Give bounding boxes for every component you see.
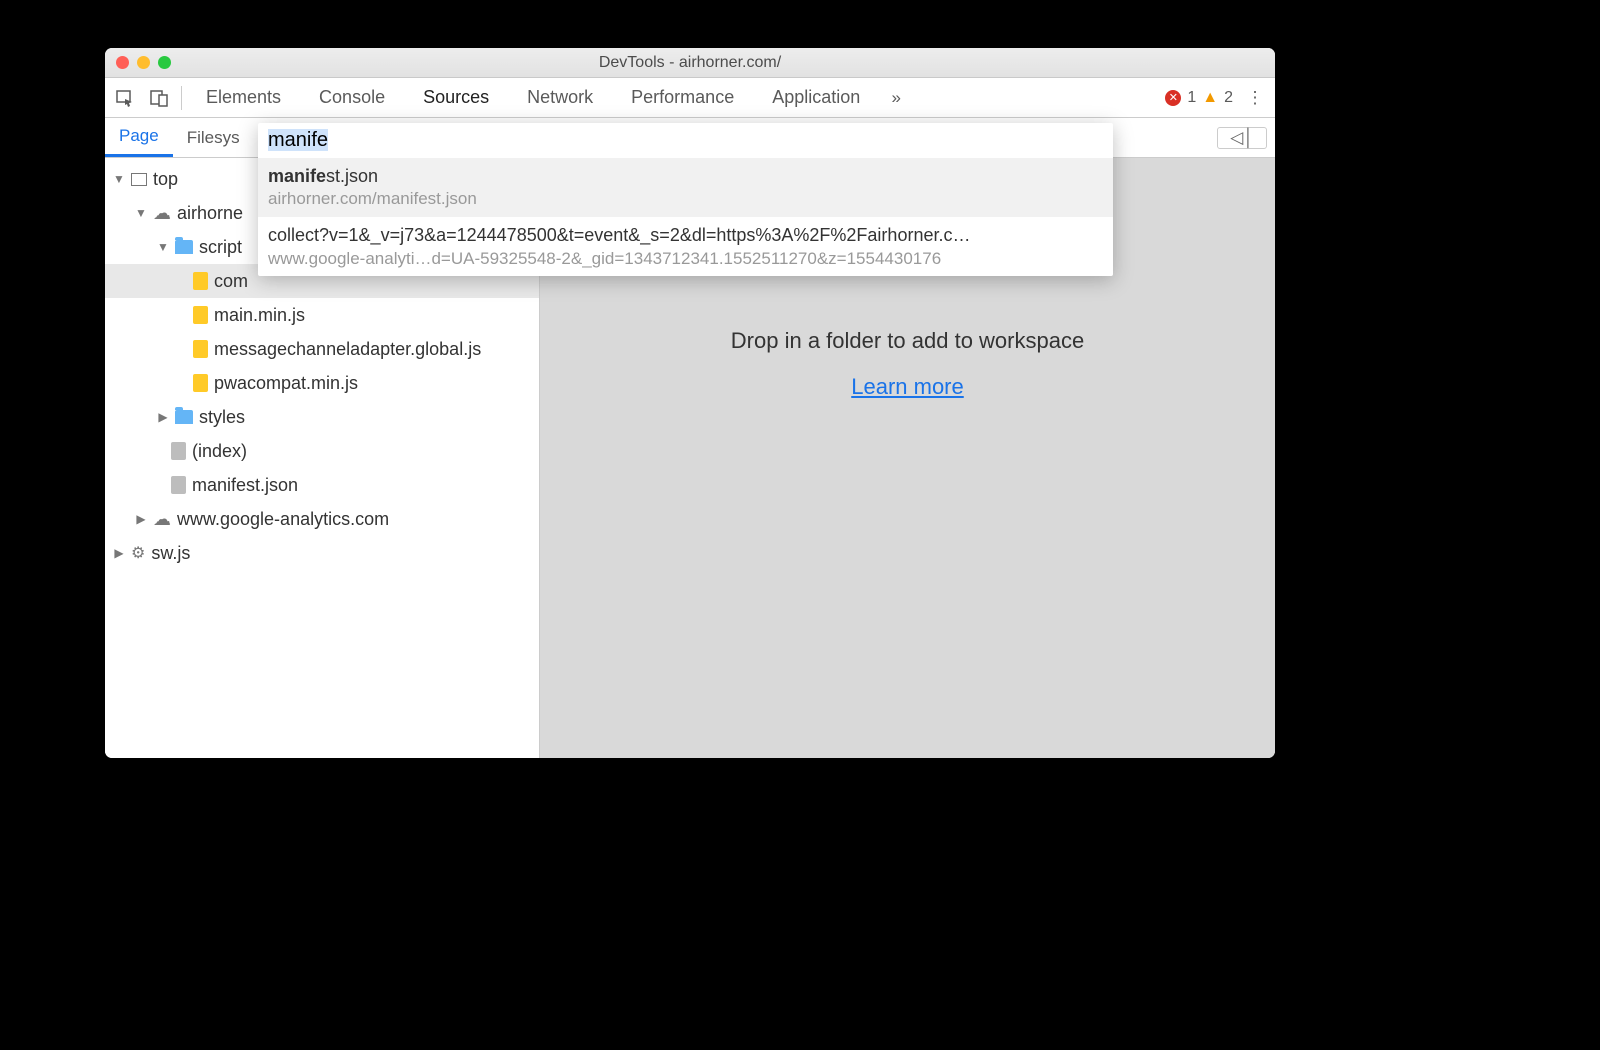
tree-label: sw.js	[151, 543, 190, 564]
result-match-rest: st.json	[326, 166, 378, 186]
inspect-element-icon[interactable]	[113, 86, 137, 110]
document-file-icon	[171, 476, 186, 494]
devtools-window: DevTools - airhorner.com/ Elements Conso…	[105, 48, 1275, 758]
omnibox-input[interactable]: manife	[258, 123, 1113, 158]
tab-sources[interactable]: Sources	[409, 78, 503, 117]
sources-subtoolbar: Page Filesys manife manifest.json airhor…	[105, 118, 1275, 158]
result-subtitle: airhorner.com/manifest.json	[268, 188, 1103, 211]
warning-icon: ▲	[1202, 89, 1218, 107]
error-count: 1	[1187, 89, 1196, 107]
file-search-omnibox: manife manifest.json airhorner.com/manif…	[258, 123, 1113, 276]
tree-label: script	[199, 237, 242, 258]
tree-service-worker[interactable]: ▶ ⚙ sw.js	[105, 536, 539, 570]
expand-arrow-icon: ▶	[157, 410, 169, 424]
js-file-icon	[193, 306, 208, 324]
close-window-button[interactable]	[116, 56, 129, 69]
js-file-icon	[193, 374, 208, 392]
cloud-icon: ☁	[153, 203, 171, 224]
warning-count: 2	[1224, 89, 1233, 107]
maximize-window-button[interactable]	[158, 56, 171, 69]
tree-label: com	[214, 271, 248, 292]
tree-label: www.google-analytics.com	[177, 509, 389, 530]
tree-file[interactable]: pwacompat.min.js	[105, 366, 539, 400]
tab-elements[interactable]: Elements	[192, 78, 295, 117]
tree-label: styles	[199, 407, 245, 428]
drop-hint-text: Drop in a folder to add to workspace	[731, 328, 1084, 354]
js-file-icon	[193, 272, 208, 290]
tree-label: pwacompat.min.js	[214, 373, 358, 394]
window-title: DevTools - airhorner.com/	[599, 54, 781, 72]
minimize-window-button[interactable]	[137, 56, 150, 69]
frame-icon	[131, 173, 147, 186]
omnibox-result[interactable]: manifest.json airhorner.com/manifest.jso…	[258, 158, 1113, 217]
tab-console[interactable]: Console	[305, 78, 399, 117]
error-icon: ✕	[1165, 90, 1181, 106]
expand-arrow-icon: ▼	[135, 206, 147, 220]
expand-arrow-icon: ▼	[157, 240, 169, 254]
tree-file-manifest[interactable]: manifest.json	[105, 468, 539, 502]
kebab-menu-icon[interactable]: ⋮	[1243, 86, 1267, 110]
result-subtitle: www.google-analyti…d=UA-59325548-2&_gid=…	[268, 248, 1103, 271]
tree-label: airhorne	[177, 203, 243, 224]
result-title: collect?v=1&_v=j73&a=1244478500&t=event&…	[268, 223, 1103, 247]
divider	[181, 86, 182, 110]
gear-icon: ⚙	[131, 543, 145, 563]
learn-more-link[interactable]: Learn more	[851, 374, 964, 400]
tree-label: messagechanneladapter.global.js	[214, 339, 481, 360]
folder-icon	[175, 410, 193, 424]
js-file-icon	[193, 340, 208, 358]
device-toggle-icon[interactable]	[147, 86, 171, 110]
tree-label: top	[153, 169, 178, 190]
tree-label: main.min.js	[214, 305, 305, 326]
tab-network[interactable]: Network	[513, 78, 607, 117]
expand-arrow-icon: ▶	[135, 512, 147, 526]
expand-arrow-icon: ▶	[113, 546, 125, 560]
document-file-icon	[171, 442, 186, 460]
error-warning-badges[interactable]: ✕ 1 ▲ 2	[1165, 89, 1233, 107]
result-match-bold: manife	[268, 166, 326, 186]
collapse-panel-icon[interactable]: ◁│	[1217, 127, 1267, 149]
tree-file-index[interactable]: (index)	[105, 434, 539, 468]
tree-file[interactable]: main.min.js	[105, 298, 539, 332]
omnibox-result[interactable]: collect?v=1&_v=j73&a=1244478500&t=event&…	[258, 217, 1113, 276]
tree-folder-styles[interactable]: ▶ styles	[105, 400, 539, 434]
titlebar: DevTools - airhorner.com/	[105, 48, 1275, 78]
expand-arrow-icon: ▼	[113, 172, 125, 186]
tree-file[interactable]: messagechanneladapter.global.js	[105, 332, 539, 366]
main-toolbar: Elements Console Sources Network Perform…	[105, 78, 1275, 118]
subtab-filesystem[interactable]: Filesys	[173, 118, 254, 157]
traffic-lights	[116, 56, 171, 69]
folder-icon	[175, 240, 193, 254]
tree-label: (index)	[192, 441, 247, 462]
subtab-page[interactable]: Page	[105, 118, 173, 157]
tab-application[interactable]: Application	[758, 78, 874, 117]
tree-label: manifest.json	[192, 475, 298, 496]
tree-domain-ga[interactable]: ▶ ☁ www.google-analytics.com	[105, 502, 539, 536]
more-tabs-chevron-icon[interactable]: »	[884, 86, 908, 110]
tab-performance[interactable]: Performance	[617, 78, 748, 117]
omnibox-query-text: manife	[268, 129, 328, 151]
cloud-icon: ☁	[153, 509, 171, 530]
